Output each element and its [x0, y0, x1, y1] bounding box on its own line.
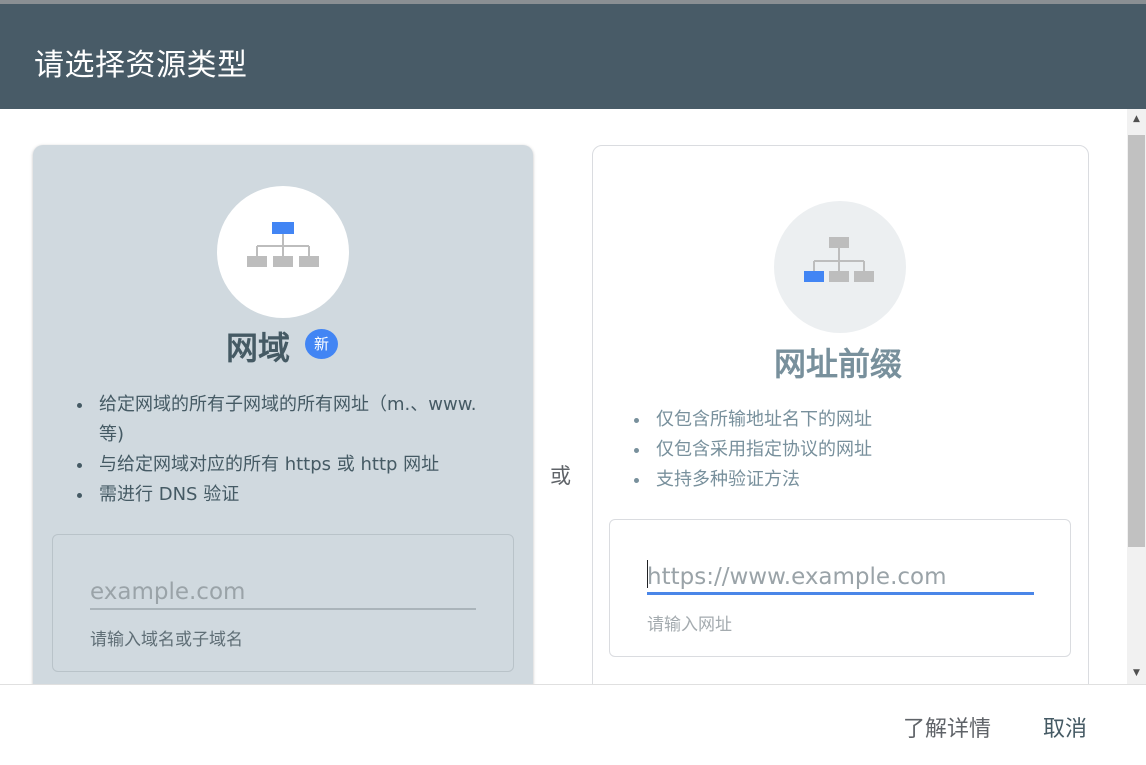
- list-item: 需进行 DNS 验证: [73, 480, 493, 510]
- url-prefix-property-card[interactable]: 网址前缀 仅包含所输地址名下的网址 仅包含采用指定协议的网址 支持多种验证方法 …: [592, 145, 1089, 684]
- domain-card-title: 网域: [226, 329, 291, 367]
- new-badge: 新: [305, 329, 338, 359]
- list-item: 仅包含所输地址名下的网址: [630, 405, 1050, 435]
- scroll-down-arrow-icon[interactable]: ▼: [1127, 665, 1146, 682]
- prefix-icon-circle: [774, 201, 906, 333]
- dialog-content: 网域 新 给定网域的所有子网域的所有网址（m.、www. 等) 与给定网域对应的…: [0, 109, 1127, 684]
- domain-input-underline: [90, 608, 476, 610]
- text-caret: [647, 560, 648, 588]
- domain-input-hint: 请输入域名或子域名: [90, 630, 243, 650]
- domain-input-box: 请输入域名或子域名: [52, 534, 514, 672]
- scroll-up-arrow-icon[interactable]: ▲: [1127, 111, 1146, 128]
- list-item: 支持多种验证方法: [630, 465, 1050, 495]
- prefix-features-list: 仅包含所输地址名下的网址 仅包含采用指定协议的网址 支持多种验证方法: [630, 405, 1050, 495]
- scroll-thumb[interactable]: [1128, 135, 1145, 547]
- vertical-scrollbar[interactable]: ▲ ▼: [1127, 109, 1146, 684]
- learn-more-button[interactable]: 了解详情: [903, 711, 991, 743]
- domain-icon-circle: [217, 186, 349, 318]
- cancel-button[interactable]: 取消: [1043, 711, 1087, 743]
- dialog-header: 请选择资源类型: [0, 4, 1146, 109]
- list-item: 与给定网域对应的所有 https 或 http 网址: [73, 450, 493, 480]
- list-item: 给定网域的所有子网域的所有网址（m.、www. 等): [73, 390, 493, 450]
- domain-features-list: 给定网域的所有子网域的所有网址（m.、www. 等) 与给定网域对应的所有 ht…: [73, 390, 493, 510]
- url-input-underline-focused: [647, 592, 1034, 595]
- url-input[interactable]: [647, 560, 1033, 594]
- sitemap-icon: [247, 222, 319, 267]
- or-separator: 或: [550, 464, 571, 488]
- prefix-card-title: 网址前缀: [774, 345, 903, 383]
- dialog-title: 请选择资源类型: [34, 48, 248, 83]
- domain-property-card[interactable]: 网域 新 给定网域的所有子网域的所有网址（m.、www. 等) 与给定网域对应的…: [33, 145, 533, 684]
- url-input-box: 请输入网址: [609, 519, 1071, 657]
- domain-input[interactable]: [90, 575, 476, 609]
- dialog-footer: 了解详情 取消: [0, 684, 1146, 765]
- url-input-hint: 请输入网址: [647, 615, 732, 635]
- list-item: 仅包含采用指定协议的网址: [630, 435, 1050, 465]
- sitemap-icon: [804, 237, 874, 282]
